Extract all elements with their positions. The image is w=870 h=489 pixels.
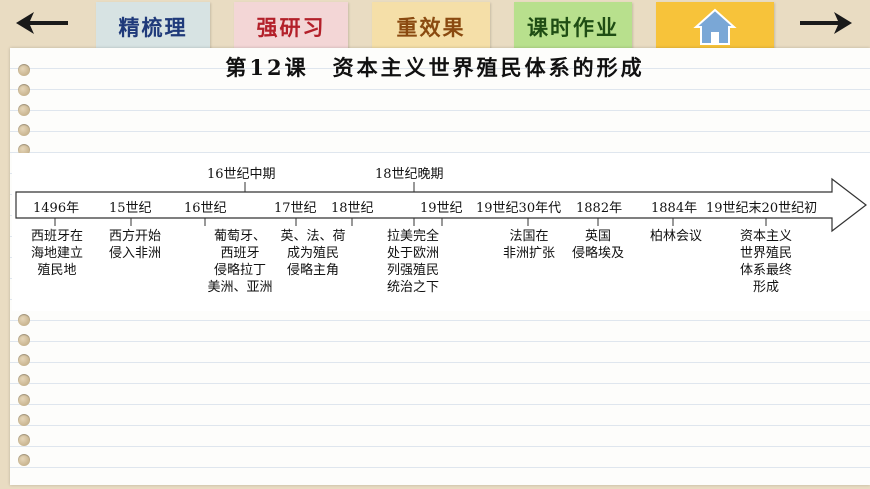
timeline-event: 英国 侵略埃及 bbox=[571, 229, 624, 261]
timeline-event: 西班牙在 海地建立 殖民地 bbox=[30, 229, 83, 278]
timeline-date: 1882年 bbox=[576, 201, 623, 216]
timeline-above-label: 18世纪晚期 bbox=[375, 167, 444, 182]
timeline-event: 英、法、荷 成为殖民 侵略主角 bbox=[280, 229, 346, 278]
timeline-event: 西方开始 侵入非洲 bbox=[108, 229, 161, 261]
timeline-date: 1496年 bbox=[33, 201, 80, 216]
timeline-above-label: 16世纪中期 bbox=[207, 167, 276, 182]
timeline-date: 1884年 bbox=[651, 201, 698, 216]
timeline-event: 拉美完全 处于欧洲 列强殖民 统治之下 bbox=[386, 229, 439, 295]
timeline-date: 16世纪 bbox=[184, 201, 227, 216]
timeline-event: 法国在 非洲扩张 bbox=[502, 229, 555, 261]
timeline-date: 19世纪 bbox=[420, 201, 463, 216]
timeline-event: 柏林会议 bbox=[649, 229, 702, 244]
timeline-date: 15世纪 bbox=[109, 201, 152, 216]
timeline-date: 19世纪末20世纪初 bbox=[706, 201, 818, 216]
timeline-event: 资本主义 世界殖民 体系最终 形成 bbox=[739, 229, 792, 295]
timeline-event: 葡萄牙、 西班牙 侵略拉丁 美洲、亚洲 bbox=[207, 229, 273, 295]
timeline-date: 19世纪30年代 bbox=[476, 201, 562, 216]
timeline-date: 18世纪 bbox=[331, 201, 374, 216]
timeline-date: 17世纪 bbox=[274, 201, 317, 216]
